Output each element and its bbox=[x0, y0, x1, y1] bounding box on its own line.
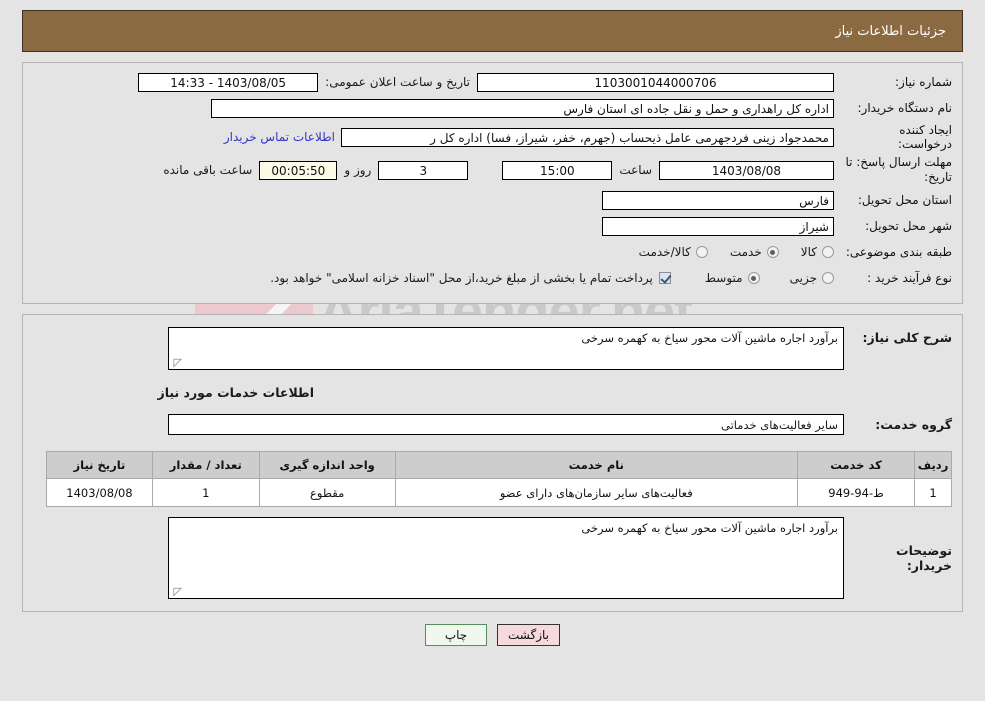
cell-service-code: ط-94-949 bbox=[796, 478, 916, 507]
deadline-hour-label: ساعت bbox=[619, 163, 652, 177]
remaining-hours-label: ساعت باقی مانده bbox=[163, 163, 253, 177]
category-option-kala[interactable]: کالا bbox=[801, 245, 834, 259]
deadline-label: مهلت ارسال پاسخ: تا تاریخ: bbox=[845, 155, 952, 184]
buyer-notes-value: برآورد اجاره ماشین آلات محور سیاخ به کهم… bbox=[581, 521, 838, 535]
process-option-motevaset-label: متوسط bbox=[704, 271, 743, 285]
resize-handle-icon[interactable]: ◸ bbox=[172, 357, 182, 368]
row-buyer-org: نام دستگاه خریدار: اداره کل راهداری و حم… bbox=[33, 97, 952, 119]
row-province: استان محل تحویل: فارس bbox=[33, 189, 952, 211]
page-title: جزئیات اطلاعات نیاز bbox=[835, 23, 946, 39]
process-option-jozei[interactable]: جزیی bbox=[790, 271, 834, 285]
cell-unit: مقطوع bbox=[258, 478, 396, 507]
province-field[interactable]: فارس bbox=[602, 190, 834, 210]
category-option-kala-khedmat[interactable]: کالا/خدمت bbox=[639, 245, 708, 259]
row-need-number: شماره نیاز: 1103001044000706 تاریخ و ساع… bbox=[33, 71, 952, 93]
general-description-label: شرح کلی نیاز: bbox=[862, 330, 952, 345]
category-option-khedmat[interactable]: خدمت bbox=[730, 245, 779, 259]
radio-icon-kala[interactable] bbox=[822, 246, 834, 258]
publish-datetime-field[interactable]: 1403/08/05 - 14:33 bbox=[138, 72, 319, 92]
need-info-panel: شماره نیاز: 1103001044000706 تاریخ و ساع… bbox=[22, 62, 963, 304]
need-number-label: شماره نیاز: bbox=[895, 75, 952, 89]
th-quantity: تعداد / مقدار bbox=[151, 451, 260, 479]
resize-handle-icon-notes[interactable]: ◸ bbox=[172, 586, 182, 597]
remaining-days-field: 3 bbox=[378, 160, 469, 180]
th-radif: ردیف bbox=[914, 451, 952, 479]
row-deadline: مهلت ارسال پاسخ: تا تاریخ: 1403/08/08 سا… bbox=[33, 155, 952, 185]
category-option-khedmat-label: خدمت bbox=[729, 245, 762, 259]
page-header: جزئیات اطلاعات نیاز bbox=[22, 10, 963, 52]
buyer-notes-textarea[interactable]: برآورد اجاره ماشین آلات محور سیاخ به کهم… bbox=[168, 517, 844, 599]
treasury-checkbox-label: پرداخت تمام یا بخشی از مبلغ خرید،از محل … bbox=[270, 271, 653, 285]
category-label: طبقه بندی موضوعی: bbox=[845, 245, 952, 259]
process-option-motevaset[interactable]: متوسط bbox=[705, 271, 760, 285]
row-city: شهر محل تحویل: شیراز bbox=[33, 215, 952, 237]
row-category: طبقه بندی موضوعی: کالا خدمت کالا/خدمت bbox=[33, 241, 952, 263]
service-group-field[interactable]: سایر فعالیت‌های خدماتی bbox=[168, 414, 844, 435]
radio-icon-motevaset[interactable] bbox=[747, 272, 760, 284]
remaining-countdown-field: 00:05:50 bbox=[259, 160, 338, 180]
deadline-date-field[interactable]: 1403/08/08 bbox=[659, 160, 834, 180]
th-service-name: نام خدمت bbox=[394, 451, 798, 479]
category-option-kala-label: کالا bbox=[800, 245, 817, 259]
general-description-textarea[interactable]: برآورد اجاره ماشین آلات محور سیاخ به کهم… bbox=[168, 327, 844, 370]
requester-label: ایجاد کننده درخواست: bbox=[898, 123, 952, 151]
radio-icon-jozei[interactable] bbox=[822, 272, 834, 284]
row-buyer-notes: توضیحات خریدار: برآورد اجاره ماشین آلات … bbox=[33, 517, 952, 599]
buyer-org-field[interactable]: اداره کل راهداری و حمل و نقل جاده ای است… bbox=[211, 98, 834, 118]
requester-field[interactable]: محمدجواد زینی فردجهرمی عامل ذیحساب (جهرم… bbox=[341, 127, 834, 147]
th-service-code: کد خدمت bbox=[796, 451, 916, 479]
footer-actions: بازگشت چاپ bbox=[0, 624, 985, 646]
cell-radif: 1 bbox=[914, 478, 952, 507]
general-description-value: برآورد اجاره ماشین آلات محور سیاخ به کهم… bbox=[581, 331, 838, 345]
buyer-notes-label: توضیحات خریدار: bbox=[896, 543, 952, 573]
buyer-org-label: نام دستگاه خریدار: bbox=[857, 101, 953, 115]
process-option-jozei-label: جزیی bbox=[789, 271, 817, 285]
th-unit: واحد اندازه گیری bbox=[258, 451, 396, 479]
category-radio-group: کالا خدمت کالا/خدمت bbox=[617, 245, 834, 259]
checkbox-icon-treasury[interactable] bbox=[658, 272, 671, 284]
deadline-hour-field[interactable]: 15:00 bbox=[502, 160, 613, 180]
city-label: شهر محل تحویل: bbox=[865, 219, 952, 233]
process-radio-group: جزیی متوسط bbox=[671, 271, 834, 285]
row-process-type: نوع فرآیند خرید : جزیی متوسط پرداخت تمام… bbox=[33, 267, 952, 289]
service-group-label: گروه خدمت: bbox=[875, 417, 952, 432]
remaining-days-label: روز و bbox=[344, 163, 372, 177]
row-general-description: شرح کلی نیاز: برآورد اجاره ماشین آلات مح… bbox=[33, 327, 952, 370]
process-type-label: نوع فرآیند خرید : bbox=[867, 271, 952, 285]
services-table: ردیف کد خدمت نام خدمت واحد اندازه گیری ت… bbox=[46, 451, 952, 507]
cell-quantity: 1 bbox=[151, 478, 260, 507]
service-details-panel: شرح کلی نیاز: برآورد اجاره ماشین آلات مح… bbox=[22, 314, 963, 612]
th-need-date: تاریخ نیاز bbox=[46, 451, 153, 479]
publish-datetime-label: تاریخ و ساعت اعلان عمومی: bbox=[325, 75, 470, 89]
cell-service-name: فعالیت‌های سایر سازمان‌های دارای عضو bbox=[394, 478, 798, 507]
back-button[interactable]: بازگشت bbox=[497, 624, 560, 646]
cell-need-date: 1403/08/08 bbox=[46, 478, 153, 507]
table-row: 1 ط-94-949 فعالیت‌های سایر سازمان‌های دا… bbox=[46, 478, 952, 507]
need-number-field[interactable]: 1103001044000706 bbox=[477, 72, 834, 92]
print-button[interactable]: چاپ bbox=[425, 624, 487, 646]
buyer-contact-link[interactable]: اطلاعات تماس خریدار bbox=[218, 130, 341, 144]
treasury-checkbox-row[interactable]: پرداخت تمام یا بخشی از مبلغ خرید،از محل … bbox=[270, 271, 671, 285]
row-service-group: گروه خدمت: سایر فعالیت‌های خدماتی bbox=[33, 414, 952, 435]
radio-icon-khedmat[interactable] bbox=[766, 246, 779, 258]
city-field[interactable]: شیراز bbox=[602, 216, 834, 236]
province-label: استان محل تحویل: bbox=[857, 193, 952, 207]
row-requester: ایجاد کننده درخواست: محمدجواد زینی فردجه… bbox=[33, 123, 952, 151]
table-header-row: ردیف کد خدمت نام خدمت واحد اندازه گیری ت… bbox=[46, 451, 952, 479]
page-root: جزئیات اطلاعات نیاز شماره نیاز: 11030010… bbox=[0, 10, 985, 646]
services-section-title: اطلاعات خدمات مورد نیاز bbox=[157, 385, 315, 400]
category-option-kala-khedmat-label: کالا/خدمت bbox=[638, 245, 691, 259]
radio-icon-kala-khedmat[interactable] bbox=[695, 246, 708, 258]
